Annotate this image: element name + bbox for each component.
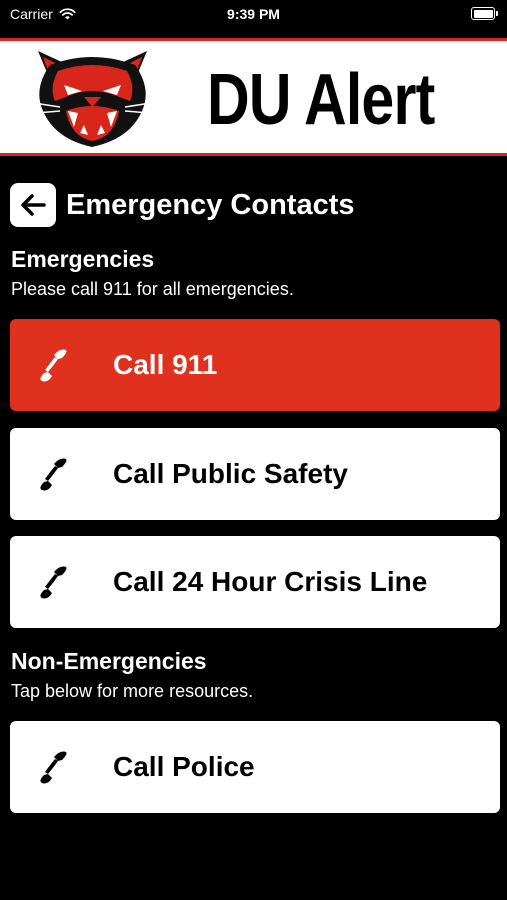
phone-icon [40, 458, 67, 491]
call-911-button[interactable]: Call 911 [10, 319, 500, 411]
app-title: DU Alert [207, 60, 435, 140]
phone-icon [40, 349, 67, 382]
phone-icon [40, 566, 67, 599]
call-crisis-line-label: Call 24 Hour Crisis Line [113, 566, 428, 597]
page-header: Emergency Contacts [10, 183, 355, 227]
non-emergencies-subtitle: Tap below for more resources. [11, 681, 254, 701]
call-crisis-line-button[interactable]: Call 24 Hour Crisis Line [10, 536, 500, 628]
back-button[interactable] [10, 183, 56, 227]
non-emergencies-heading: Non-Emergencies [11, 648, 207, 674]
call-police-label: Call Police [113, 751, 255, 782]
call-public-safety-label: Call Public Safety [113, 458, 348, 489]
emergencies-subtitle: Please call 911 for all emergencies. [11, 279, 294, 299]
battery-icon [471, 7, 498, 20]
phone-icon [40, 751, 67, 784]
app-banner: DU Alert [0, 38, 507, 156]
arrow-left-icon [21, 194, 46, 216]
call-police-button[interactable]: Call Police [10, 721, 500, 813]
status-time: 9:39 PM [227, 6, 280, 22]
emergencies-heading: Emergencies [11, 246, 155, 272]
panther-logo-icon [33, 51, 152, 147]
status-bar: Carrier 9:39 PM [0, 0, 507, 30]
page-title: Emergency Contacts [66, 188, 355, 221]
call-911-label: Call 911 [113, 349, 218, 380]
call-public-safety-button[interactable]: Call Public Safety [10, 428, 500, 520]
